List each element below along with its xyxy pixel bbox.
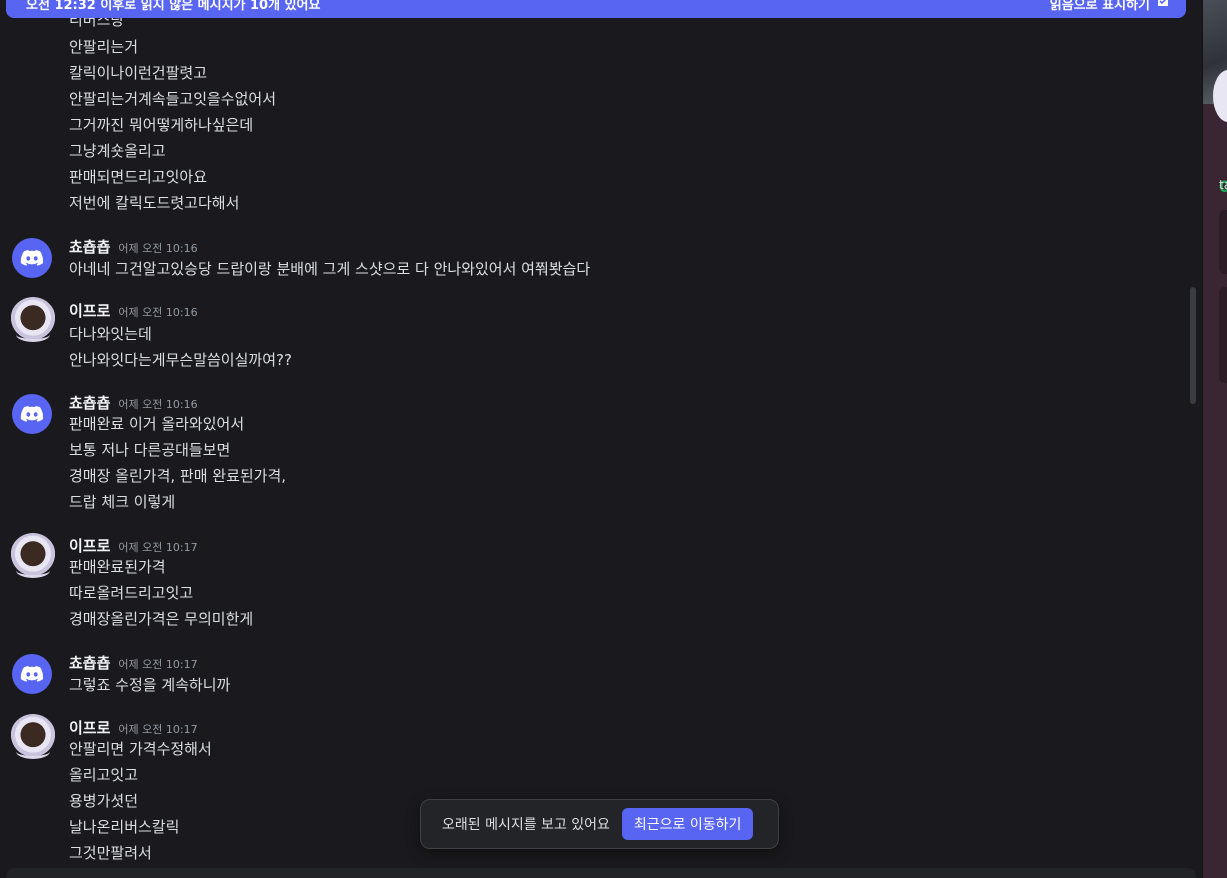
timestamp[interactable]: 어제 오전 10:17 [118,721,197,737]
message-text: 그렇죠 수정을 계속하니까 [69,676,231,694]
message-text: 경매장올린가격은 무의미한게 [69,610,254,628]
avatar[interactable] [12,238,52,278]
avatar[interactable] [10,297,56,343]
scrollbar-thumb[interactable] [1190,287,1196,404]
mark-read-icon [1156,0,1170,11]
message-text: 경매장 올린가격, 판매 완료된가격, [69,467,287,485]
message-text: 용병가셧던 [69,792,139,810]
jump-to-present-button[interactable]: 최근으로 이동하기 [621,808,754,840]
member-profile-panel: 0 ta [1202,0,1227,878]
viewing-older-messages-text: 오래된 메시지를 보고 있어요 [442,817,610,833]
message-text: 그것만팔려서 [69,844,152,862]
author-name[interactable]: 이프로 [69,717,110,738]
timestamp[interactable]: 어제 오전 10:17 [118,656,197,672]
avatar[interactable] [12,654,52,694]
message-composer[interactable] [6,868,1196,878]
author-name[interactable]: 쵸춉춉 [69,652,110,673]
timestamp[interactable]: 어제 오전 10:17 [118,539,197,555]
profile-username: ta [1219,178,1227,192]
message-text: 그거까진 뭐어떻게하나싶은데 [69,116,254,134]
message-text: 따로올려드리고잇고 [69,584,194,602]
message-text: 안팔리면 가격수정해서 [69,740,212,758]
jump-to-present-bar: 오래된 메시지를 보고 있어요 최근으로 이동하기 [420,799,779,849]
discord-logo-icon [20,250,44,266]
message-text: 안나와잇다는게무슨말씀이실까여?? [69,351,292,369]
profile-section [1219,287,1227,383]
author-name[interactable]: 쵸춉춉 [69,392,110,413]
message-text: 칼릭이나이런건팔렷고 [69,64,208,82]
chat-pane: 오전 12:32 이후로 읽지 않은 메시지가 10개 있어요 읽음으로 표시하… [0,0,1202,878]
avatar[interactable] [12,394,52,434]
message-text: 날나온리버스칼릭 [69,818,180,836]
discord-window: 오전 12:32 이후로 읽지 않은 메시지가 10개 있어요 읽음으로 표시하… [0,0,1227,878]
message-text: 판매완료 이거 올라와있어서 [69,415,245,433]
message-header: 이프로 어제 오전 10:17 [69,717,198,738]
scrollbar-track[interactable] [1188,0,1196,868]
message-text: 판매되면드리고잇아요 [69,168,208,186]
message-header: 쵸춉춉 어제 오전 10:17 [69,652,198,673]
new-messages-text: 오전 12:32 이후로 읽지 않은 메시지가 10개 있어요 [26,0,321,13]
message-header: 쵸춉춉 어제 오전 10:16 [69,236,198,257]
mark-as-read-button[interactable]: 읽음으로 표시하기 [1050,0,1170,13]
message-text: 올리고잇고 [69,766,139,784]
message-text: 저번에 칼릭도드렷고다해서 [69,194,240,212]
avatar[interactable] [10,533,56,579]
message-text: 드랍 체크 이렇게 [69,493,176,511]
author-name[interactable]: 이프로 [69,535,110,556]
message-header: 이프로 어제 오전 10:16 [69,300,198,321]
author-name[interactable]: 이프로 [69,300,110,321]
message-header: 이프로 어제 오전 10:17 [69,535,198,556]
message-text: 안팔리는거계속들고잇을수없어서 [69,90,277,108]
message-text: 판매완료된가격 [69,558,166,576]
timestamp[interactable]: 어제 오전 10:16 [118,304,197,320]
timestamp[interactable]: 어제 오전 10:16 [118,396,197,412]
mark-as-read-label: 읽음으로 표시하기 [1049,0,1150,13]
timestamp[interactable]: 어제 오전 10:16 [118,240,197,256]
avatar[interactable] [10,714,56,760]
message-text: 아네네 그건알고있승당 드랍이랑 분배에 그게 스샷으로 다 안나와있어서 여쭤… [69,260,591,278]
message-text: 그냥계숏올리고 [69,142,166,160]
profile-section [1219,210,1227,274]
message-text: 보통 저나 다른공대들보면 [69,441,231,459]
discord-logo-icon [20,406,44,422]
message-header: 쵸춉춉 어제 오전 10:16 [69,392,198,413]
message-text: 안팔리는거 [69,38,139,56]
discord-logo-icon [20,666,44,682]
new-messages-bar[interactable]: 오전 12:32 이후로 읽지 않은 메시지가 10개 있어요 읽음으로 표시하… [6,0,1186,18]
author-name[interactable]: 쵸춉춉 [69,236,110,257]
message-text: 다나와잇는데 [69,325,152,343]
